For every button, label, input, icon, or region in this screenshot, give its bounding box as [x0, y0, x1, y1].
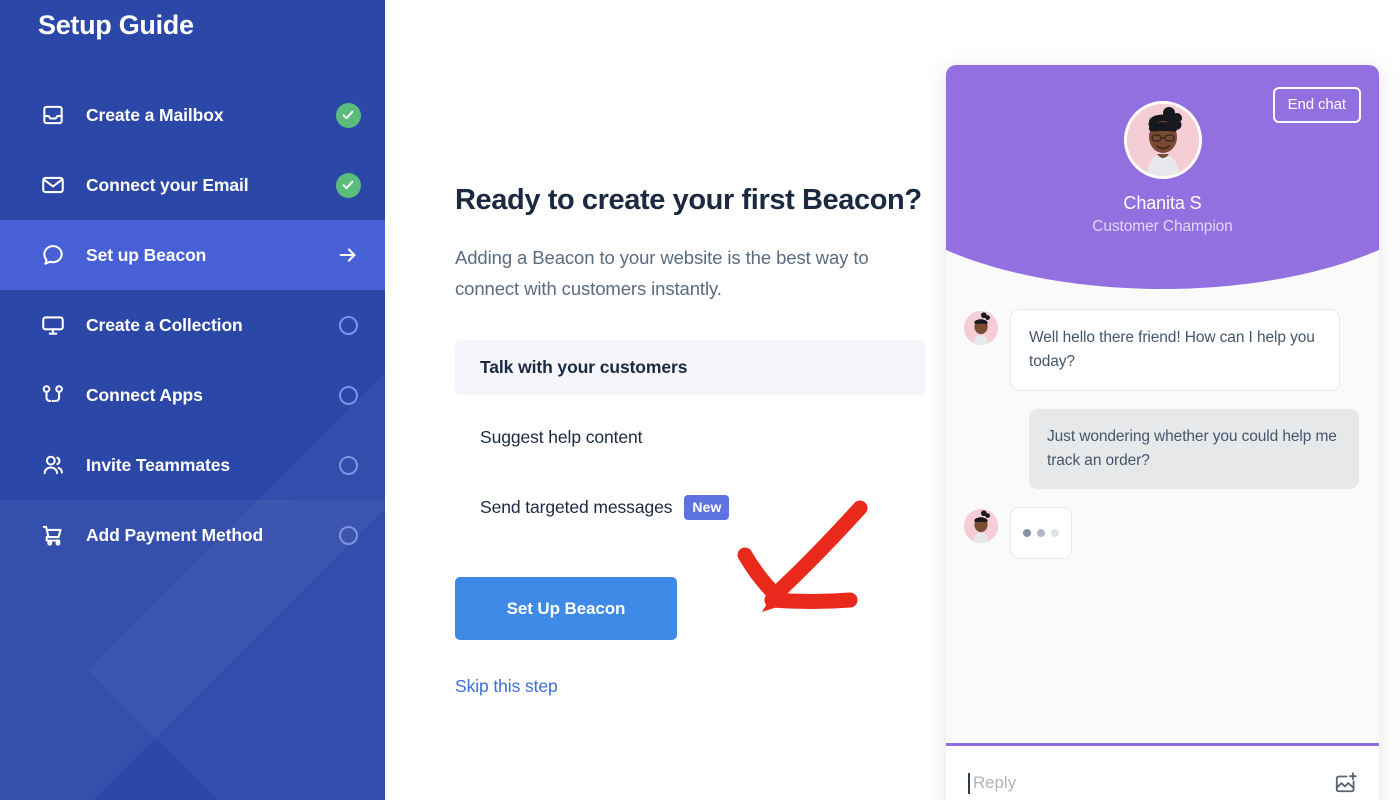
user-group-icon [38, 450, 68, 480]
beacon-chat-preview: End chat Chanita S Customer Champion Wel… [946, 65, 1379, 800]
status-badge [335, 315, 361, 335]
check-circle-icon [335, 172, 361, 198]
page-title: Ready to create your first Beacon? [455, 184, 922, 216]
chat-header: End chat Chanita S Customer Champion [946, 65, 1379, 294]
new-badge: New [684, 495, 730, 520]
sidebar: Setup Guide Create a Mailbox Connect you… [0, 0, 385, 800]
skip-this-step-link[interactable]: Skip this step [455, 676, 558, 697]
feature-label: Suggest help content [480, 427, 643, 447]
feature-label: Send targeted messages [480, 497, 673, 517]
agent-portrait-icon [1126, 104, 1199, 176]
cart-icon [38, 520, 68, 550]
sidebar-item-invite-teammates[interactable]: Invite Teammates [0, 430, 385, 500]
feature-item-suggest-help-content[interactable]: Suggest help content [455, 410, 925, 465]
chat-message-customer: Just wondering whether you could help me… [964, 409, 1359, 489]
sidebar-item-set-up-beacon[interactable]: Set up Beacon [0, 220, 385, 290]
inbox-tray-icon [38, 100, 68, 130]
chat-message-agent: Well hello there friend! How can I help … [964, 309, 1359, 391]
empty-circle-icon [338, 525, 358, 545]
typing-indicator [1010, 507, 1072, 559]
typing-dot-icon [1023, 529, 1031, 537]
plug-icon [38, 380, 68, 410]
sidebar-item-label: Set up Beacon [86, 244, 207, 265]
empty-circle-icon [338, 455, 358, 475]
status-badge [335, 102, 361, 128]
feature-label: Talk with your customers [480, 357, 688, 377]
header-curve-decoration [946, 250, 1379, 294]
empty-circle-icon [338, 385, 358, 405]
feature-item-send-targeted-messages[interactable]: Send targeted messages New [455, 480, 925, 535]
sidebar-item-label: Create a Collection [86, 314, 243, 335]
avatar [1123, 101, 1202, 179]
setup-step-panel: Ready to create your first Beacon? Addin… [455, 180, 925, 697]
chat-message-list: Well hello there friend! How can I help … [946, 293, 1379, 743]
envelope-icon [38, 170, 68, 200]
setup-guide-page: Setup Guide Create a Mailbox Connect you… [0, 0, 1400, 800]
sidebar-item-add-payment-method[interactable]: Add Payment Method [0, 500, 385, 570]
arrow-right-icon [337, 244, 359, 266]
avatar [964, 311, 998, 345]
reply-input[interactable] [973, 773, 1333, 793]
status-badge [335, 172, 361, 198]
sidebar-item-connect-your-email[interactable]: Connect your Email [0, 150, 385, 220]
chat-bubble-icon [38, 240, 68, 270]
empty-circle-icon [338, 315, 358, 335]
agent-name: Chanita S [1123, 193, 1202, 213]
status-badge [335, 525, 361, 545]
sidebar-item-label: Invite Teammates [86, 454, 230, 475]
text-cursor-icon [968, 772, 970, 794]
typing-dot-icon [1037, 529, 1045, 537]
sidebar-item-create-a-mailbox[interactable]: Create a Mailbox [0, 80, 385, 150]
sidebar-item-label: Connect your Email [86, 174, 249, 195]
set-up-beacon-button[interactable]: Set Up Beacon [455, 577, 677, 640]
chat-bubble: Well hello there friend! How can I help … [1010, 309, 1340, 391]
status-badge [335, 385, 361, 405]
sidebar-item-connect-apps[interactable]: Connect Apps [0, 360, 385, 430]
feature-list: Talk with your customers Suggest help co… [455, 340, 925, 535]
add-image-icon[interactable] [1333, 770, 1359, 796]
sidebar-item-create-a-collection[interactable]: Create a Collection [0, 290, 385, 360]
sidebar-item-label: Add Payment Method [86, 524, 264, 545]
page-description: Adding a Beacon to your website is the b… [455, 247, 869, 299]
chat-reply-bar [946, 743, 1379, 800]
chat-bubble: Just wondering whether you could help me… [1029, 409, 1359, 489]
sidebar-nav: Create a Mailbox Connect your Email Set … [0, 80, 385, 570]
check-circle-icon [335, 102, 361, 128]
sidebar-title: Setup Guide [38, 10, 194, 40]
monitor-icon [38, 310, 68, 340]
typing-dot-icon [1051, 529, 1059, 537]
feature-item-talk-with-your-customers[interactable]: Talk with your customers [455, 340, 925, 395]
sidebar-item-label: Create a Mailbox [86, 104, 224, 125]
agent-info: Chanita S Customer Champion [946, 101, 1379, 236]
status-badge [335, 244, 361, 266]
avatar [964, 509, 998, 543]
status-badge [335, 455, 361, 475]
agent-role: Customer Champion [1092, 218, 1233, 235]
chat-typing-indicator-row [964, 507, 1359, 559]
sidebar-item-label: Connect Apps [86, 384, 203, 405]
